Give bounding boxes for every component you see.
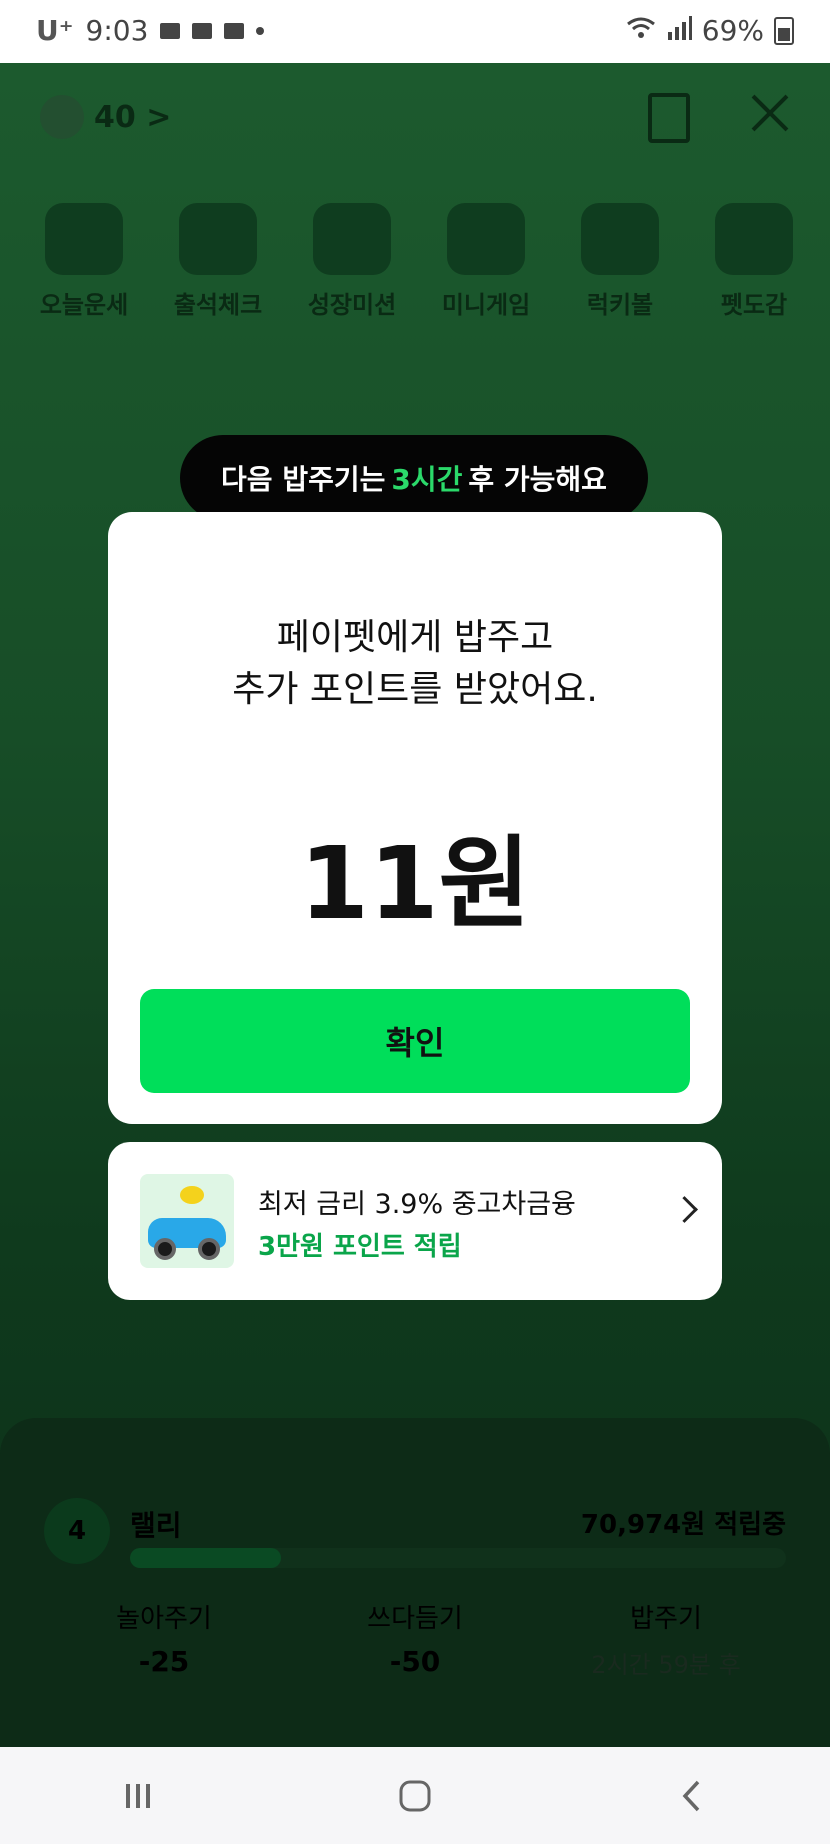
car-icon — [140, 1174, 234, 1268]
action-cost: -25 — [138, 1645, 190, 1678]
chevron-right-icon — [671, 1196, 698, 1223]
feed-button[interactable]: 밥주기 2시간 59분 후 — [546, 1598, 786, 1680]
status-right: 69% — [626, 14, 794, 47]
play-button[interactable]: 놀아주기 -25 — [44, 1598, 284, 1680]
reward-message-line2: 추가 포인트를 받았어요. — [232, 669, 598, 710]
document-icon[interactable] — [648, 93, 690, 143]
action-label: 쓰다듬기 — [367, 1604, 463, 1634]
ad-subtitle: 3만원 포인트 적립 — [258, 1232, 462, 1262]
paw-points[interactable]: 40 > — [40, 95, 171, 139]
carrier-label: U⁺ — [36, 14, 74, 47]
battery-percent: 69% — [701, 14, 764, 47]
recent-apps-icon[interactable] — [108, 1766, 168, 1826]
battery-icon — [774, 16, 794, 45]
car-loan-ad[interactable]: 최저 금리 3.9% 중고차금융 3만원 포인트 적립 — [108, 1142, 722, 1300]
menu-item-attendance[interactable]: 출석체크 — [158, 203, 278, 320]
reward-message-line1: 페이펫에게 밥주고 — [276, 617, 554, 658]
ad-title: 최저 금리 3.9% 중고차금융 — [258, 1189, 576, 1220]
navigation-bar — [0, 1747, 830, 1844]
pet-book-icon — [715, 203, 793, 275]
next-feed-tooltip: 다음 밥주기는 3시간 후 가능해요 — [180, 435, 648, 537]
action-label: 놀아주기 — [116, 1604, 212, 1634]
tooltip-suffix: 후 가능해요 — [468, 463, 607, 496]
menu-item-luckyball[interactable]: 럭키볼 — [560, 203, 680, 320]
wifi-icon — [626, 14, 656, 47]
fortune-icon — [45, 203, 123, 275]
pet-summary: 4 랠리 70,974원 적립중 — [44, 1498, 786, 1568]
menu-item-petbook[interactable]: 펫도감 — [694, 203, 814, 320]
action-cost: -50 — [389, 1645, 441, 1678]
pet-button[interactable]: 쓰다듬기 -50 — [295, 1598, 535, 1680]
status-left: U⁺ 9:03 — [36, 14, 265, 47]
gamepad-icon — [447, 203, 525, 275]
paw-icon — [40, 95, 84, 139]
menu-item-fortune[interactable]: 오늘운세 — [24, 203, 144, 320]
notification-icon — [160, 22, 181, 39]
clock: 9:03 — [85, 14, 149, 47]
car-wheel — [154, 1238, 176, 1260]
coin-shape — [180, 1186, 204, 1204]
tooltip-prefix: 다음 밥주기는 — [221, 463, 386, 496]
menu-item-minigame[interactable]: 미니게임 — [426, 203, 546, 320]
back-icon[interactable] — [662, 1766, 722, 1826]
feature-menu: 오늘운세 출석체크 성장미션 미니게임 럭키볼 펫도감 — [24, 203, 814, 320]
reward-dialog: 페이펫에게 밥주고 추가 포인트를 받았어요. 11원 확인 — [108, 512, 722, 1124]
luckyball-icon — [581, 203, 659, 275]
home-icon[interactable] — [385, 1766, 445, 1826]
pet-actions: 놀아주기 -25 쓰다듬기 -50 밥주기 2시간 59분 후 — [44, 1598, 786, 1680]
pet-status-sheet: 4 랠리 70,974원 적립중 놀아주기 -25 쓰다듬기 -50 밥주기 2… — [0, 1418, 830, 1748]
menu-item-mission[interactable]: 성장미션 — [292, 203, 412, 320]
pet-progress-bar — [130, 1548, 786, 1568]
calendar-check-icon — [179, 203, 257, 275]
confirm-button[interactable]: 확인 — [140, 989, 690, 1093]
menu-label: 펫도감 — [720, 291, 788, 319]
menu-label: 성장미션 — [307, 291, 397, 319]
top-actions — [648, 93, 790, 143]
menu-label: 미니게임 — [441, 291, 531, 319]
notification-icon — [224, 22, 245, 39]
action-cooldown: 2시간 59분 후 — [591, 1651, 741, 1679]
pet-name: 랠리 — [130, 1509, 182, 1542]
pet-level-badge: 4 — [44, 1498, 110, 1564]
car-wheel — [198, 1238, 220, 1260]
status-bar: U⁺ 9:03 69% — [0, 0, 830, 63]
target-icon — [313, 203, 391, 275]
pet-progress-fill — [130, 1548, 281, 1568]
close-icon[interactable] — [750, 93, 790, 133]
menu-label: 오늘운세 — [39, 291, 129, 319]
more-notifications-icon — [256, 26, 265, 35]
menu-label: 럭키볼 — [586, 291, 654, 319]
menu-label: 출석체크 — [173, 291, 263, 319]
signal-icon — [666, 14, 692, 47]
paw-points-label: 40 > — [94, 99, 172, 135]
action-label: 밥주기 — [630, 1604, 702, 1634]
accumulated-amount: 70,974원 적립중 — [580, 1510, 786, 1540]
notification-icon — [192, 22, 213, 39]
tooltip-highlight: 3시간 — [391, 463, 463, 496]
reward-message: 페이펫에게 밥주고 추가 포인트를 받았어요. — [108, 612, 722, 716]
reward-amount: 11원 — [299, 825, 531, 942]
